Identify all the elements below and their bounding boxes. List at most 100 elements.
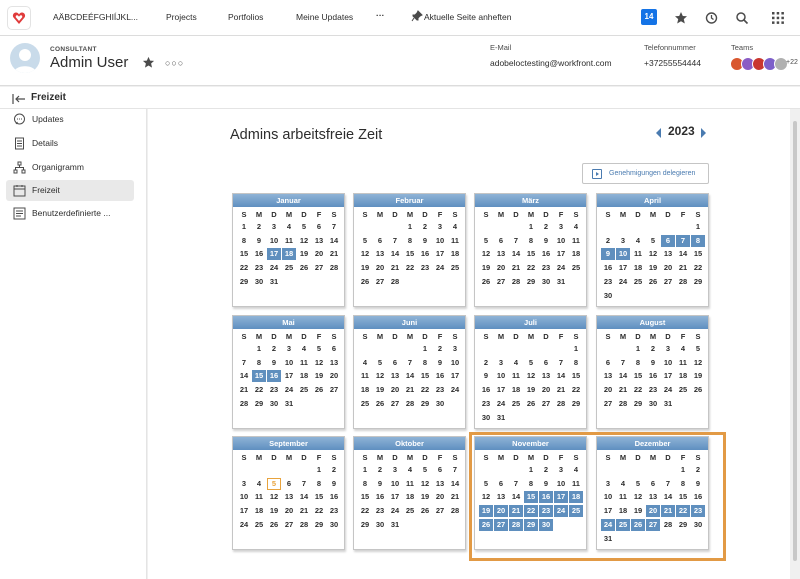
calendar-day[interactable]: 10 xyxy=(448,357,462,369)
calendar-day[interactable]: 12 xyxy=(358,248,372,260)
calendar-day[interactable]: 22 xyxy=(418,384,432,396)
calendar-day[interactable]: 2 xyxy=(252,221,266,233)
calendar-day[interactable]: 2 xyxy=(539,221,553,233)
calendar-day[interactable]: 28 xyxy=(509,276,523,288)
calendar-day[interactable]: 27 xyxy=(327,384,341,396)
calendar-day[interactable]: 29 xyxy=(631,398,645,410)
calendar-day[interactable]: 2 xyxy=(433,343,447,355)
calendar-day[interactable]: 1 xyxy=(403,221,417,233)
calendar-day[interactable]: 21 xyxy=(554,384,568,396)
calendar-day[interactable]: 19 xyxy=(646,262,660,274)
calendar-day[interactable]: 25 xyxy=(403,505,417,517)
calendar-day[interactable]: 21 xyxy=(616,384,630,396)
calendar-day[interactable]: 4 xyxy=(509,357,523,369)
calendar-day[interactable]: 2 xyxy=(418,221,432,233)
calendar-day[interactable]: 1 xyxy=(524,221,538,233)
calendar-day[interactable]: 9 xyxy=(252,235,266,247)
calendar-day[interactable]: 23 xyxy=(267,384,281,396)
calendar-day[interactable]: 20 xyxy=(282,505,296,517)
calendar-day[interactable]: 6 xyxy=(312,221,326,233)
calendar-day[interactable]: 19 xyxy=(358,262,372,274)
calendar-day[interactable]: 19 xyxy=(297,248,311,260)
calendar-day[interactable]: 30 xyxy=(539,276,553,288)
calendar-day[interactable]: 26 xyxy=(646,276,660,288)
calendar-day[interactable]: 5 xyxy=(373,357,387,369)
calendar-day[interactable]: 29 xyxy=(569,398,583,410)
email-value[interactable]: adobeloctesting@workfront.com xyxy=(490,58,612,68)
calendar-day[interactable]: 14 xyxy=(237,370,251,382)
calendar-day[interactable]: 7 xyxy=(616,357,630,369)
calendar-day[interactable]: 1 xyxy=(631,343,645,355)
calendar-day[interactable]: 20 xyxy=(539,384,553,396)
calendar-day[interactable]: 10 xyxy=(388,478,402,490)
calendar-day[interactable]: 18 xyxy=(676,370,690,382)
calendar-day[interactable]: 6 xyxy=(601,357,615,369)
calendar-day[interactable]: 23 xyxy=(479,398,493,410)
calendar-day[interactable]: 24 xyxy=(448,384,462,396)
calendar-day[interactable]: 4 xyxy=(631,235,645,247)
calendar-day[interactable]: 14 xyxy=(327,235,341,247)
calendar-day[interactable]: 29 xyxy=(237,276,251,288)
calendar-day[interactable]: 19 xyxy=(267,505,281,517)
calendar-day[interactable]: 7 xyxy=(297,478,311,490)
time-off-day[interactable]: 16 xyxy=(267,370,281,383)
calendar-day[interactable]: 6 xyxy=(494,235,508,247)
calendar-day[interactable]: 21 xyxy=(297,505,311,517)
calendar-day[interactable]: 27 xyxy=(494,276,508,288)
nav-more-button[interactable]: ··· xyxy=(376,10,385,20)
calendar-day[interactable]: 6 xyxy=(539,357,553,369)
calendar-day[interactable]: 25 xyxy=(297,384,311,396)
calendar-day[interactable]: 3 xyxy=(433,221,447,233)
calendar-day[interactable]: 8 xyxy=(569,357,583,369)
calendar-day[interactable]: 8 xyxy=(237,235,251,247)
calendar-day[interactable]: 3 xyxy=(388,464,402,476)
calendar-day[interactable]: 6 xyxy=(388,357,402,369)
calendar-day[interactable]: 25 xyxy=(631,276,645,288)
calendar-day[interactable]: 26 xyxy=(267,519,281,531)
calendar-day[interactable]: 31 xyxy=(661,398,675,410)
calendar-day[interactable]: 22 xyxy=(237,262,251,274)
calendar-day[interactable]: 29 xyxy=(691,276,705,288)
more-actions-button[interactable]: ○○○ xyxy=(165,58,184,68)
calendar-day[interactable]: 10 xyxy=(554,235,568,247)
calendar-day[interactable]: 10 xyxy=(433,235,447,247)
nav-my-updates[interactable]: Meine Updates xyxy=(296,12,353,22)
calendar-day[interactable]: 15 xyxy=(691,248,705,260)
calendar-day[interactable]: 13 xyxy=(373,248,387,260)
calendar-day[interactable]: 9 xyxy=(267,357,281,369)
notifications-badge[interactable]: 14 xyxy=(641,9,657,25)
calendar-day[interactable]: 28 xyxy=(554,398,568,410)
calendar-day[interactable]: 19 xyxy=(418,491,432,503)
calendar-day[interactable]: 4 xyxy=(297,343,311,355)
calendar-day[interactable]: 22 xyxy=(569,384,583,396)
calendar-day[interactable]: 3 xyxy=(282,343,296,355)
calendar-day[interactable]: 23 xyxy=(327,505,341,517)
calendar-day[interactable]: 27 xyxy=(312,262,326,274)
calendar-day[interactable]: 9 xyxy=(646,357,660,369)
calendar-day[interactable]: 14 xyxy=(676,248,690,260)
calendar-day[interactable]: 23 xyxy=(373,505,387,517)
calendar-day[interactable]: 18 xyxy=(509,384,523,396)
calendar-day[interactable]: 16 xyxy=(252,248,266,260)
calendar-day[interactable]: 28 xyxy=(297,519,311,531)
calendar-day[interactable]: 10 xyxy=(494,370,508,382)
calendar-day[interactable]: 11 xyxy=(297,357,311,369)
calendar-day[interactable]: 25 xyxy=(252,519,266,531)
calendar-day[interactable]: 15 xyxy=(524,248,538,260)
calendar-day[interactable]: 30 xyxy=(373,519,387,531)
calendar-day[interactable]: 21 xyxy=(327,248,341,260)
calendar-day[interactable]: 30 xyxy=(479,412,493,424)
calendar-day[interactable]: 21 xyxy=(448,491,462,503)
calendar-day[interactable]: 29 xyxy=(312,519,326,531)
favorite-star-icon[interactable] xyxy=(142,56,155,74)
calendar-day[interactable]: 13 xyxy=(327,357,341,369)
calendar-day[interactable]: 1 xyxy=(691,221,705,233)
calendar-day[interactable]: 22 xyxy=(312,505,326,517)
sidebar-item-org-chart[interactable]: Organigramm xyxy=(6,157,134,178)
calendar-day[interactable]: 26 xyxy=(418,505,432,517)
calendar-day[interactable]: 19 xyxy=(479,262,493,274)
calendar-day[interactable]: 15 xyxy=(418,370,432,382)
calendar-day[interactable]: 24 xyxy=(388,505,402,517)
calendar-day[interactable]: 25 xyxy=(448,262,462,274)
calendar-day[interactable]: 25 xyxy=(509,398,523,410)
